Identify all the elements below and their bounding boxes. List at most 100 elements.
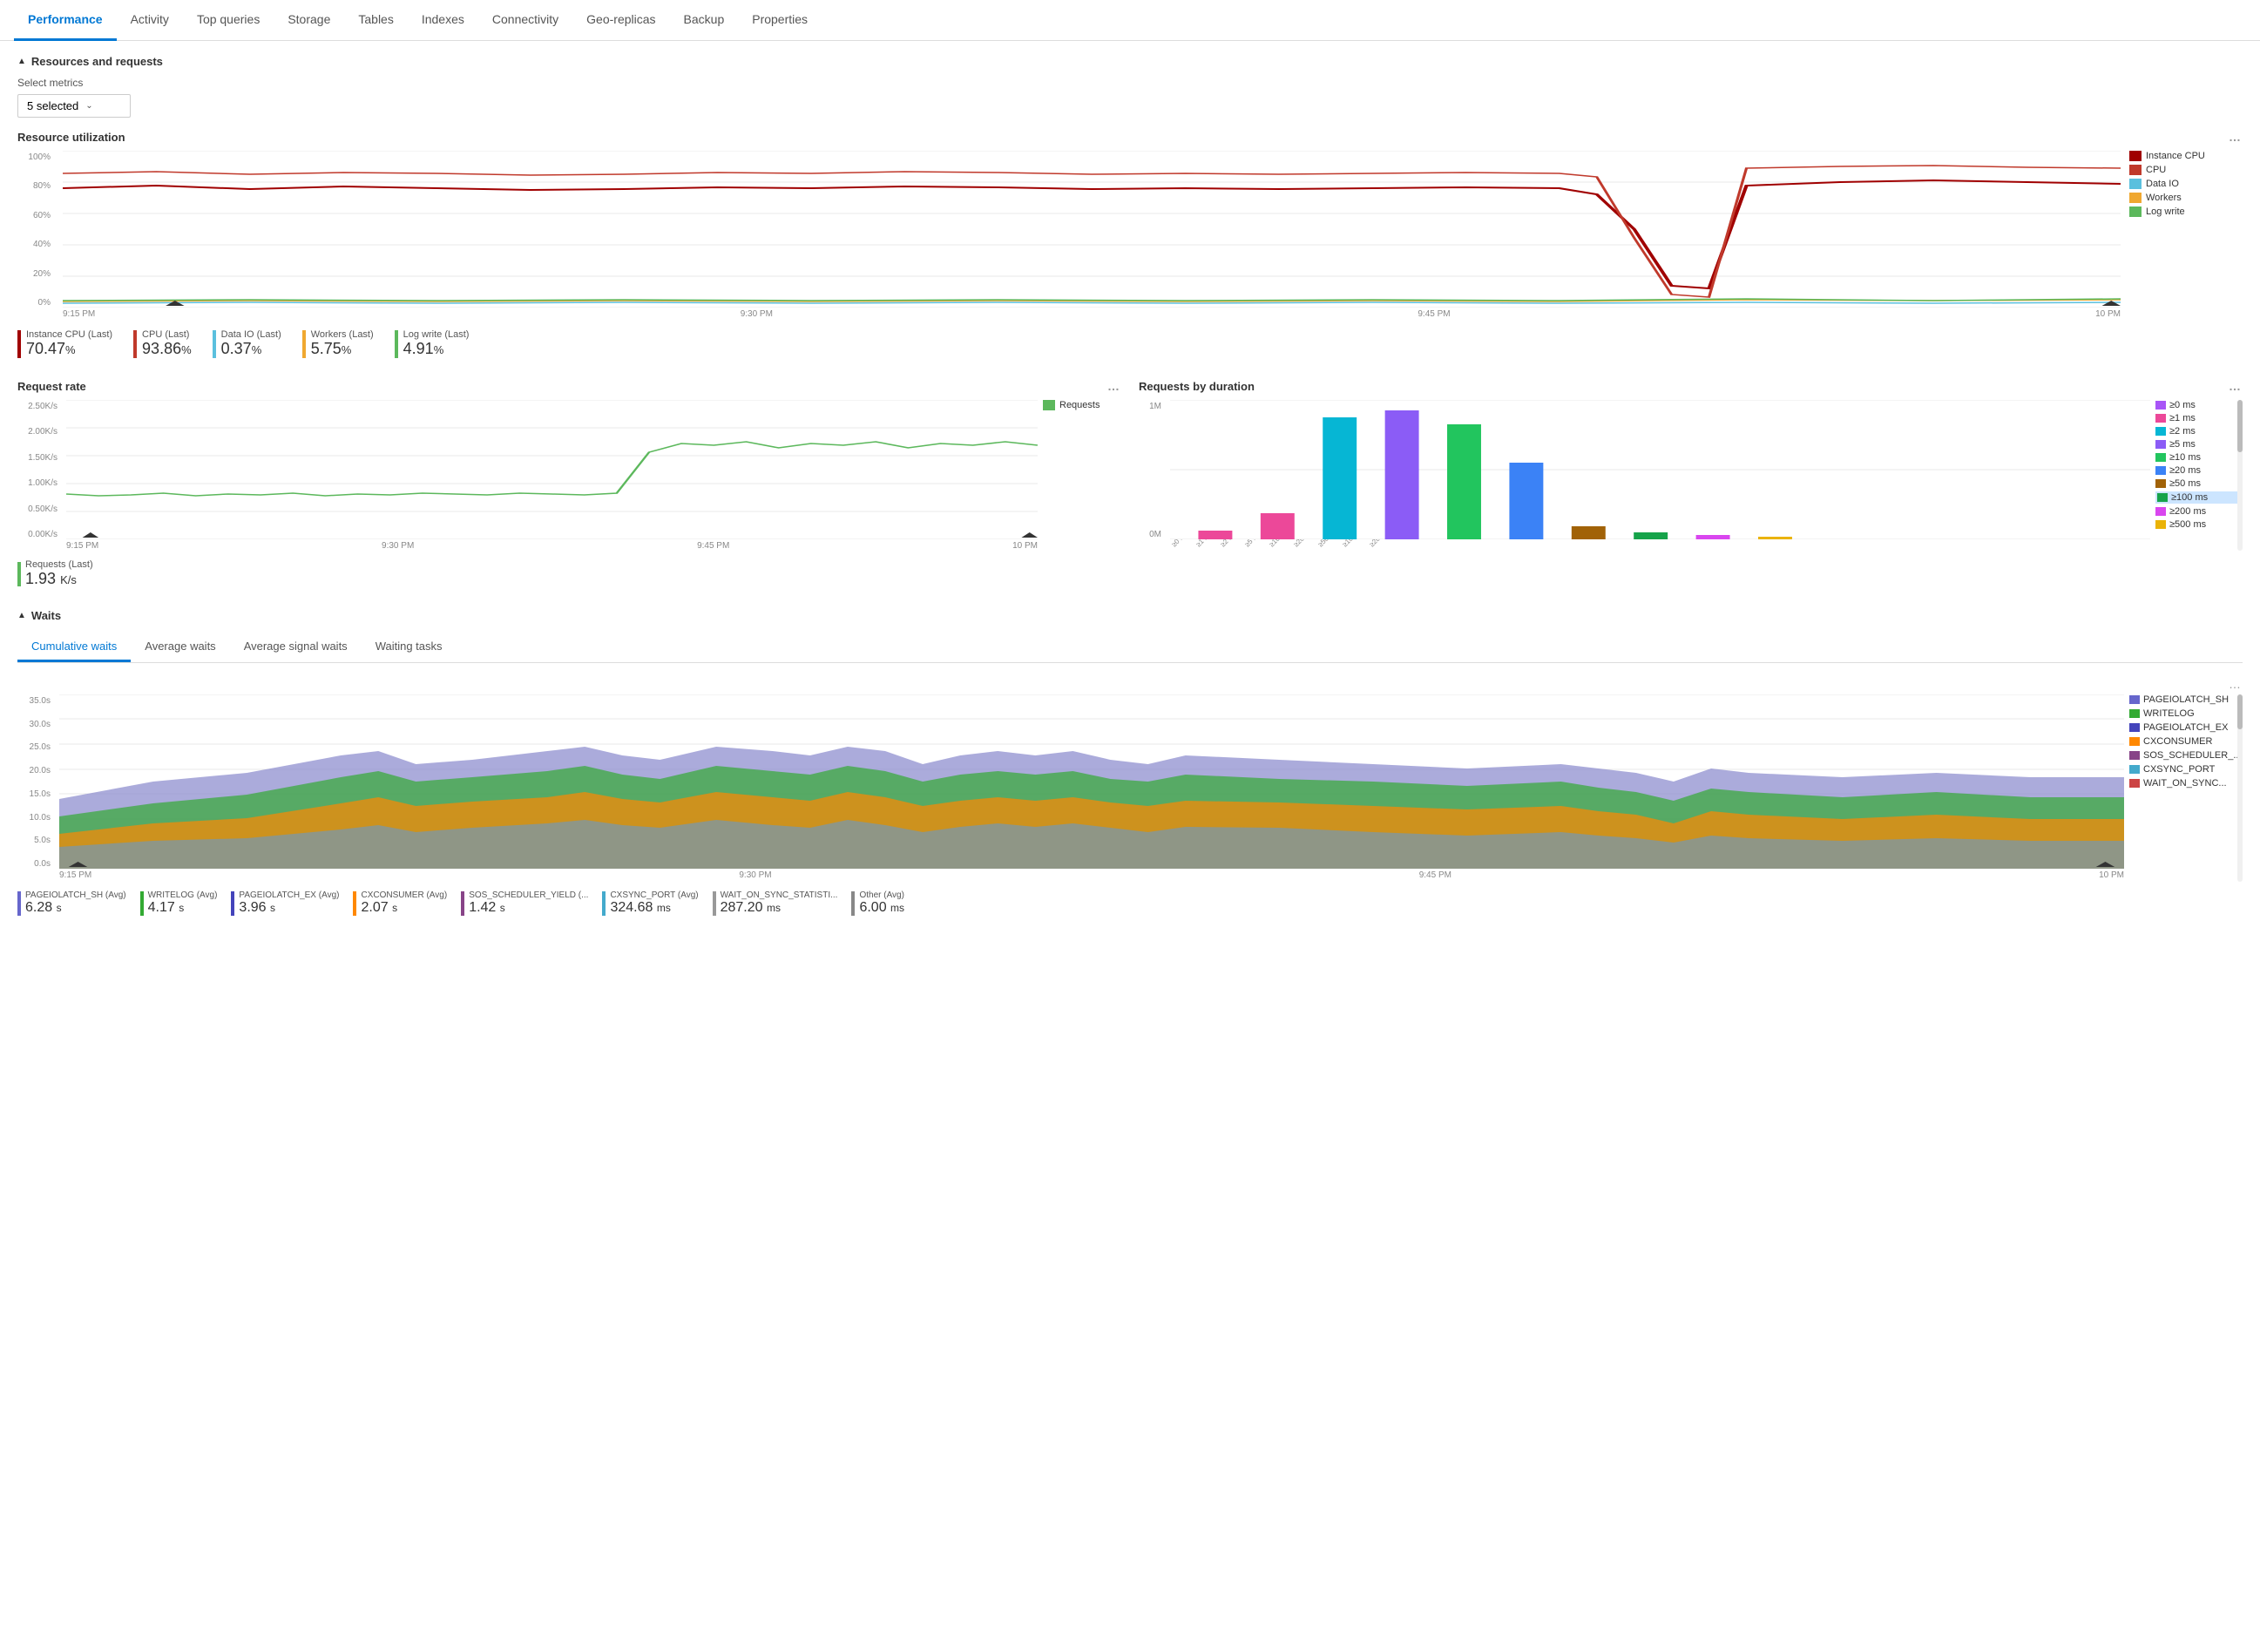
waits-x-10pm: 10 PM — [2099, 870, 2124, 880]
dur-legend-1ms: ≥1 ms — [2155, 413, 2243, 423]
waits-tab-waiting-tasks[interactable]: Waiting tasks — [362, 633, 457, 662]
waits-metric-sos-scheduler-bar — [461, 891, 464, 916]
waits-metric-pageiolatch-ex-label: PAGEIOLATCH_EX (Avg) — [239, 890, 339, 900]
rr-x-10pm: 10 PM — [1012, 541, 1038, 551]
waits-legend-writelog: WRITELOG — [2129, 708, 2243, 719]
metric-instance-cpu-value: 70.47% — [26, 340, 112, 358]
select-metrics-label: Select metrics — [17, 77, 2243, 89]
waits-chart-more[interactable]: … — [17, 677, 2243, 691]
waits-chart-section: … 35.0s 30.0s 25.0s 20.0s 15.0s 10.0s 5.… — [17, 677, 2243, 916]
rr-x-945: 9:45 PM — [697, 541, 729, 551]
dur-legend-0ms-label: ≥0 ms — [2169, 400, 2196, 410]
waits-metric-pageiolatch-ex-bar — [231, 891, 234, 916]
dur-y-1m: 1M — [1139, 402, 1161, 411]
waits-metric-cxsync-port-label: CXSYNC_PORT (Avg) — [610, 890, 698, 900]
waits-tab-signal[interactable]: Average signal waits — [230, 633, 362, 662]
tab-properties[interactable]: Properties — [738, 0, 822, 41]
dur-x-10ms: ≥10 ms — [1268, 539, 1290, 548]
tab-performance[interactable]: Performance — [14, 0, 117, 41]
waits-legend-writelog-color — [2129, 709, 2140, 718]
y-label-60: 60% — [17, 211, 51, 220]
legend-scrollbar-track[interactable] — [2237, 400, 2243, 551]
request-rate-svg-container: 9:15 PM 9:30 PM 9:45 PM 10 PM — [66, 400, 1038, 552]
tab-connectivity[interactable]: Connectivity — [478, 0, 572, 41]
tab-tables[interactable]: Tables — [344, 0, 407, 41]
rr-y-250: 2.50K/s — [17, 402, 58, 411]
metric-data-io-value: 0.37% — [221, 340, 281, 358]
tab-indexes[interactable]: Indexes — [408, 0, 478, 41]
waits-scrollbar-thumb[interactable] — [2237, 694, 2243, 729]
waits-legend-pageiolatch-sh-label: PAGEIOLATCH_SH — [2143, 694, 2229, 705]
tab-geo-replicas[interactable]: Geo-replicas — [572, 0, 669, 41]
waits-metric-sos-scheduler-label: SOS_SCHEDULER_YIELD (... — [469, 890, 588, 900]
resource-utilization-section: Resource utilization … 100% 80% 60% 40% … — [17, 130, 2243, 358]
waits-legend-pageiolatch-ex-color — [2129, 723, 2140, 732]
legend-log-write: Log write — [2129, 206, 2243, 217]
dur-legend-100ms-label: ≥100 ms — [2171, 492, 2208, 503]
request-rate-more[interactable]: … — [1107, 379, 1121, 393]
main-content: ▲ Resources and requests Select metrics … — [0, 41, 2260, 930]
dur-legend-2ms-label: ≥2 ms — [2169, 426, 2196, 437]
dur-legend-2ms-color — [2155, 427, 2166, 436]
resource-x-axis: 9:15 PM 9:30 PM 9:45 PM 10 PM — [63, 308, 2121, 321]
waits-legend-sos-scheduler-label: SOS_SCHEDULER_... — [2143, 750, 2241, 761]
tab-backup[interactable]: Backup — [670, 0, 739, 41]
two-col-charts: Request rate … 2.50K/s 2.00K/s 1.50K/s 1… — [17, 379, 2243, 588]
waits-metric-writelog-label: WRITELOG (Avg) — [148, 890, 218, 900]
waits-metric-cxconsumer: CXCONSUMER (Avg) 2.07 s — [353, 890, 447, 916]
legend-log-write-label: Log write — [2146, 206, 2185, 217]
waits-metric-other-bar — [851, 891, 855, 916]
waits-chevron-up-icon[interactable]: ▲ — [17, 611, 26, 620]
waits-y-5: 5.0s — [17, 836, 51, 845]
waits-y-20: 20.0s — [17, 766, 51, 775]
metric-data-io-bar — [213, 330, 216, 358]
waits-metric-sos-scheduler-value: 1.42 s — [469, 900, 588, 916]
waits-legend-cxsync-port-color — [2129, 765, 2140, 774]
x-label-930: 9:30 PM — [741, 309, 773, 319]
waits-metric-sos-scheduler: SOS_SCHEDULER_YIELD (... 1.42 s — [461, 890, 588, 916]
legend-instance-cpu-color — [2129, 151, 2142, 161]
dur-legend-200ms-color — [2155, 507, 2166, 516]
tab-activity[interactable]: Activity — [117, 0, 183, 41]
duration-chart-svg-container: ≥0 ms ≥1 ms ≥2 ms ≥5 ms ≥10 ms ≥20 ms ≥5… — [1170, 400, 2150, 551]
chevron-up-icon[interactable]: ▲ — [17, 57, 26, 66]
waits-tab-average[interactable]: Average waits — [131, 633, 229, 662]
x-label-945: 9:45 PM — [1418, 309, 1450, 319]
legend-cpu: CPU — [2129, 165, 2243, 175]
waits-scrollbar-track[interactable] — [2237, 694, 2243, 882]
requests-by-duration-more[interactable]: … — [2229, 379, 2243, 393]
legend-workers-color — [2129, 193, 2142, 203]
request-rate-y-axis: 2.50K/s 2.00K/s 1.50K/s 1.00K/s 0.50K/s … — [17, 400, 61, 539]
request-rate-metric-value: 1.93 K/s — [25, 570, 93, 588]
waits-section-title: Waits — [31, 609, 61, 622]
waits-tab-cumulative[interactable]: Cumulative waits — [17, 633, 131, 662]
waits-metric-wait-on-sync-value: 287.20 ms — [721, 900, 838, 916]
legend-scrollbar-thumb[interactable] — [2237, 400, 2243, 452]
resource-legend: Instance CPU CPU Data IO Workers Log wri… — [2129, 151, 2243, 321]
tab-top-queries[interactable]: Top queries — [183, 0, 274, 41]
waits-section: ▲ Waits Cumulative waits Average waits A… — [17, 609, 2243, 916]
metric-log-write-label: Log write (Last) — [403, 329, 470, 340]
request-rate-title-row: Request rate … — [17, 379, 1121, 393]
metric-log-write: Log write (Last) 4.91% — [395, 329, 470, 358]
waits-legend-writelog-label: WRITELOG — [2143, 708, 2195, 719]
waits-x-axis: 9:15 PM 9:30 PM 9:45 PM 10 PM — [59, 869, 2124, 882]
waits-legend-cxconsumer: CXCONSUMER — [2129, 736, 2243, 747]
resources-section-title: Resources and requests — [31, 55, 163, 68]
resource-utilization-more[interactable]: … — [2229, 130, 2243, 144]
dur-x-2ms: ≥2 ms — [1219, 539, 1242, 548]
waits-x-930: 9:30 PM — [739, 870, 771, 880]
request-rate-metric-info: Requests (Last) 1.93 K/s — [25, 559, 93, 588]
legend-requests-color — [1043, 400, 1055, 410]
duration-svg — [1170, 400, 2150, 539]
metric-log-write-bar — [395, 330, 398, 358]
waits-y-axis: 35.0s 30.0s 25.0s 20.0s 15.0s 10.0s 5.0s… — [17, 694, 54, 869]
tab-storage[interactable]: Storage — [274, 0, 344, 41]
requests-by-duration-title-row: Requests by duration … — [1139, 379, 2243, 393]
dur-legend-200ms-label: ≥200 ms — [2169, 506, 2206, 517]
legend-workers: Workers — [2129, 193, 2243, 203]
request-rate-chart: 2.50K/s 2.00K/s 1.50K/s 1.00K/s 0.50K/s … — [17, 400, 1121, 552]
waits-metric-pageiolatch-sh-bar — [17, 891, 21, 916]
dur-x-1ms: ≥1 ms — [1194, 539, 1217, 548]
metrics-dropdown[interactable]: 5 selected ⌄ — [17, 94, 131, 118]
